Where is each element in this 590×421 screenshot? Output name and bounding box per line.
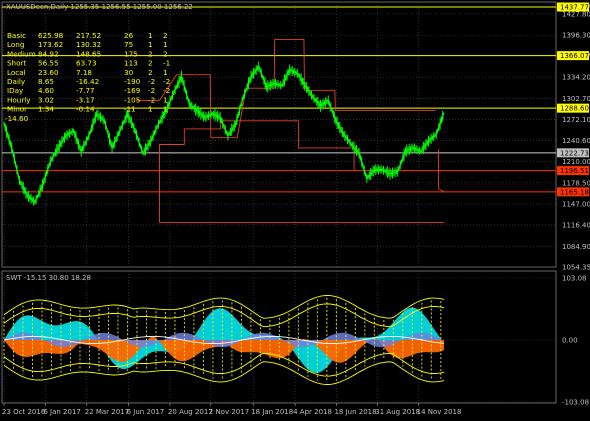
info-cell: 175 bbox=[124, 49, 138, 58]
info-cell: 130.32 bbox=[76, 40, 101, 49]
price-tick-label: 1147.00 bbox=[562, 201, 590, 209]
level-badge-label: 1437.77 bbox=[560, 4, 589, 12]
info-cell: -1 bbox=[163, 59, 170, 68]
time-tick-label: 31 Aug 2018 bbox=[375, 408, 420, 416]
time-tick-label: 6 Jan 2017 bbox=[43, 408, 81, 416]
info-cell: 1 bbox=[148, 31, 153, 40]
info-cell: 26 bbox=[124, 31, 134, 40]
symbol-header: XAUUSDecn,Daily 1255.35 1256.55 1255.00 … bbox=[6, 3, 193, 11]
price-tick-label: 1084.90 bbox=[562, 243, 590, 251]
info-cell: -3.17 bbox=[76, 95, 95, 104]
info-cell: -2 bbox=[148, 86, 155, 95]
info-cell: -2 bbox=[163, 86, 170, 95]
info-cell: 217.52 bbox=[76, 31, 101, 40]
time-tick-label: 18 Jun 2018 bbox=[334, 408, 376, 416]
info-cell: -0.14 bbox=[76, 105, 95, 114]
info-cell: 63.73 bbox=[76, 59, 97, 68]
price-tick-label: 1396.30 bbox=[562, 32, 590, 40]
time-tick-label: 2 Nov 2017 bbox=[209, 408, 249, 416]
extra-value-label: -14.60 bbox=[5, 114, 29, 123]
info-cell: Medium bbox=[7, 49, 36, 58]
price-tick-label: 1302.70 bbox=[562, 95, 590, 103]
level-badge-label: 1366.07 bbox=[560, 52, 589, 60]
time-tick-label: 4 Apr 2018 bbox=[293, 408, 332, 416]
price-tick-label: 1210.00 bbox=[562, 158, 590, 166]
time-tick-label: 6 Jun 2017 bbox=[127, 408, 165, 416]
info-cell: Long bbox=[7, 40, 24, 49]
info-cell: 3.02 bbox=[38, 95, 54, 104]
info-cell: 56.55 bbox=[38, 59, 59, 68]
info-cell: 23.60 bbox=[38, 68, 59, 77]
info-cell: -105 bbox=[124, 95, 140, 104]
info-cell: Local bbox=[7, 68, 26, 77]
price-tick-label: 1334.20 bbox=[562, 74, 590, 82]
info-cell: Minor bbox=[7, 105, 27, 114]
info-cell: -7.77 bbox=[76, 86, 95, 95]
time-tick-label: 14 Nov 2018 bbox=[417, 408, 462, 416]
time-tick-label: 18 Jan 2018 bbox=[251, 408, 293, 416]
info-cell: 148.65 bbox=[76, 49, 101, 58]
price-tick-label: 1178.50 bbox=[562, 179, 590, 187]
info-cell: 2 bbox=[148, 68, 153, 77]
info-cell: IDay bbox=[7, 86, 24, 95]
info-cell: 113 bbox=[124, 59, 138, 68]
info-cell: 2 bbox=[163, 31, 168, 40]
oscillator-tick-label: 103.08 bbox=[562, 275, 587, 283]
info-cell: 2 bbox=[163, 49, 168, 58]
info-cell: 1 bbox=[163, 68, 168, 77]
info-cell: 173.62 bbox=[38, 40, 63, 49]
time-tick-label: 23 Oct 2016 bbox=[2, 408, 46, 416]
oscillator-tick-label: -103.08 bbox=[562, 399, 589, 407]
level-badge-label: 1165.18 bbox=[560, 188, 589, 196]
info-cell: Basic bbox=[7, 31, 26, 40]
info-cell: 84.92 bbox=[38, 49, 59, 58]
info-cell: -16.42 bbox=[76, 77, 99, 86]
info-cell: 1 bbox=[163, 95, 168, 104]
info-cell: -169 bbox=[124, 86, 141, 95]
info-cell: Daily bbox=[7, 77, 26, 86]
chart-window[interactable]: 1054.351084.901116.401147.001178.501210.… bbox=[0, 0, 590, 421]
info-cell: Hourly bbox=[7, 95, 31, 104]
price-tick-label: 1272.10 bbox=[562, 116, 590, 124]
oscillator-tick-label: 0.00 bbox=[562, 337, 578, 345]
info-cell: 625.98 bbox=[38, 31, 64, 40]
info-cell: 8.65 bbox=[38, 77, 54, 86]
level-badge-label: 1222.73 bbox=[560, 149, 589, 157]
level-badge-label: 1288.60 bbox=[560, 105, 589, 113]
info-cell: 1 bbox=[148, 40, 153, 49]
info-cell: -11 bbox=[124, 105, 136, 114]
info-cell: 7.18 bbox=[76, 68, 92, 77]
level-badge-label: 1196.51 bbox=[560, 167, 589, 175]
info-cell: -2 bbox=[148, 95, 155, 104]
info-cell: 75 bbox=[124, 40, 133, 49]
info-cell: 30 bbox=[124, 68, 134, 77]
price-tick-label: 1054.35 bbox=[562, 264, 590, 272]
price-tick-label: 1240.60 bbox=[562, 137, 590, 145]
oscillator-header: SWT -15.15 30.80 18.28 bbox=[6, 274, 91, 282]
info-cell: -190 bbox=[124, 77, 141, 86]
info-cell: 1 bbox=[148, 105, 153, 114]
info-cell: Short bbox=[7, 59, 26, 68]
time-tick-label: 20 Aug 2017 bbox=[168, 408, 213, 416]
info-cell: -2 bbox=[163, 77, 170, 86]
time-tick-label: 22 Mar 2017 bbox=[85, 408, 129, 416]
info-cell: 2 bbox=[148, 49, 153, 58]
info-cell: 4.60 bbox=[38, 86, 54, 95]
info-cell: 1 bbox=[163, 105, 168, 114]
price-tick-label: 1116.40 bbox=[562, 221, 590, 229]
info-cell: 1 bbox=[163, 40, 168, 49]
info-cell: -2 bbox=[148, 77, 155, 86]
info-cell: 2 bbox=[148, 59, 153, 68]
info-cell: 1.34 bbox=[38, 105, 54, 114]
